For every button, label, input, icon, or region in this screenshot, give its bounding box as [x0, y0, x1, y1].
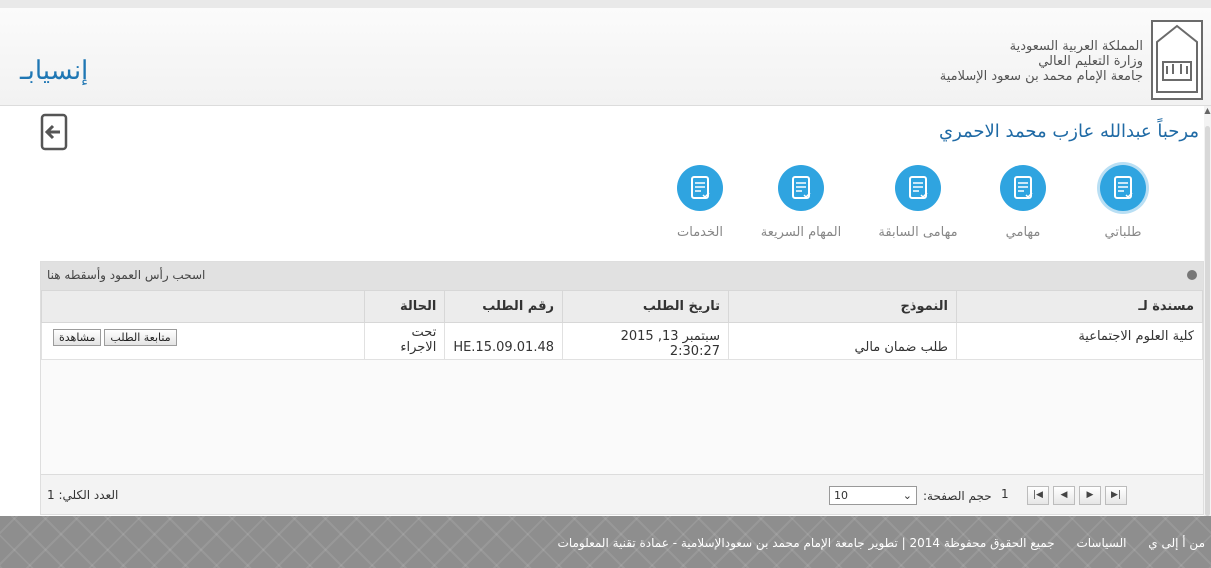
cell-number: HE.15.09.01.48	[444, 322, 563, 360]
university-name: المملكة العربية السعودية وزارة التعليم ا…	[940, 39, 1143, 84]
document-check-icon	[1000, 165, 1046, 211]
total-count: العدد الكلي: 1	[47, 488, 119, 502]
service-label: مهامى السابقة	[878, 225, 958, 240]
footer: من أ إلى ي السياسات جميع الحقوق محفوظة 2…	[0, 516, 1211, 568]
grid-pager: العدد الكلي: 1 10 ⌄ حجم الصفحة: 1 |◀ ◀ ▶…	[41, 474, 1203, 514]
group-by-bar[interactable]: اسحب رأس العمود وأسقطه هنا	[41, 262, 1203, 290]
footer-text: من أ إلى ي السياسات جميع الحقوق محفوظة 2…	[540, 536, 1205, 550]
last-page-icon[interactable]: ▶|	[1105, 486, 1127, 505]
cell-form: طلب ضمان مالي	[728, 322, 957, 360]
service-my-tasks[interactable]: مهامي	[986, 165, 1060, 240]
university-line: جامعة الإمام محمد بن سعود الإسلامية	[939, 69, 1143, 84]
document-check-icon	[895, 165, 941, 211]
scrollbar-thumb[interactable]	[1205, 126, 1210, 516]
column-header-date[interactable]: تاريخ الطلب	[562, 290, 729, 323]
document-check-icon	[1100, 165, 1146, 211]
page-size-label: حجم الصفحة:	[923, 489, 992, 503]
column-header-assigned[interactable]: مسندة لـ	[956, 290, 1203, 323]
expand-icon[interactable]	[1187, 270, 1197, 280]
service-my-requests[interactable]: طلباتي	[1090, 165, 1156, 240]
service-quick-tasks[interactable]: المهام السريعة	[752, 165, 850, 240]
header: المملكة العربية السعودية وزارة التعليم ا…	[0, 0, 1211, 106]
follow-request-button[interactable]: متابعة الطلب	[104, 329, 177, 346]
requests-grid: اسحب رأس العمود وأسقطه هنا مسندة لـ النم…	[40, 261, 1204, 515]
table-header-row: مسندة لـ النموذج تاريخ الطلب رقم الطلب ا…	[40, 290, 1203, 323]
chevron-down-icon: ⌄	[902, 489, 912, 502]
university-line: المملكة العربية السعودية	[1009, 39, 1143, 54]
next-page-icon[interactable]: ▶	[1079, 486, 1101, 505]
service-label: طلباتي	[1104, 225, 1142, 240]
university-logo	[1151, 20, 1203, 100]
page-size-value: 10	[834, 489, 848, 502]
welcome-message: مرحباً عبدالله عازب محمد الاحمري	[938, 121, 1199, 142]
cell-status: تحت الاجراء	[364, 322, 446, 360]
requests-table: مسندة لـ النموذج تاريخ الطلب رقم الطلب ا…	[40, 290, 1203, 360]
column-header-actions	[40, 290, 366, 323]
prev-page-icon[interactable]: ◀	[1053, 486, 1075, 505]
column-header-status[interactable]: الحالة	[364, 290, 446, 323]
service-label: الخدمات	[677, 225, 723, 240]
cell-assigned: كلية العلوم الاجتماعية	[956, 322, 1203, 360]
group-hint: اسحب رأس العمود وأسقطه هنا	[47, 268, 206, 282]
cell-actions: مشاهدة متابعة الطلب	[40, 322, 366, 360]
current-page: 1	[1001, 487, 1009, 501]
service-label: المهام السريعة	[760, 225, 842, 240]
column-header-form[interactable]: النموذج	[728, 290, 957, 323]
table-row[interactable]: كلية العلوم الاجتماعية طلب ضمان مالي سبت…	[40, 322, 1203, 360]
grid-empty-area	[41, 360, 1203, 478]
document-check-icon	[778, 165, 824, 211]
service-label: مهامي	[1005, 225, 1041, 240]
footer-link-policies[interactable]: السياسات	[1076, 536, 1126, 550]
scroll-up-arrow-icon[interactable]: ▲	[1204, 106, 1211, 118]
page-size-select[interactable]: 10 ⌄	[829, 486, 917, 505]
document-check-icon	[677, 165, 723, 211]
service-previous-tasks[interactable]: مهامى السابقة	[870, 165, 966, 240]
app-brand-logo[interactable]: إنسيابـ	[20, 56, 88, 86]
column-header-number[interactable]: رقم الطلب	[444, 290, 563, 323]
cell-date: سبتمبر 13, 2015 2:30:27	[562, 322, 729, 360]
service-services[interactable]: الخدمات	[664, 165, 736, 240]
footer-link-a-z[interactable]: من أ إلى ي	[1148, 536, 1205, 550]
logout-icon[interactable]	[40, 113, 68, 151]
university-line: وزارة التعليم العالي	[1038, 54, 1143, 69]
first-page-icon[interactable]: |◀	[1027, 486, 1049, 505]
footer-copyright: جميع الحقوق محفوظة 2014 | تطوير جامعة ال…	[557, 536, 1055, 550]
view-button[interactable]: مشاهدة	[53, 329, 102, 346]
